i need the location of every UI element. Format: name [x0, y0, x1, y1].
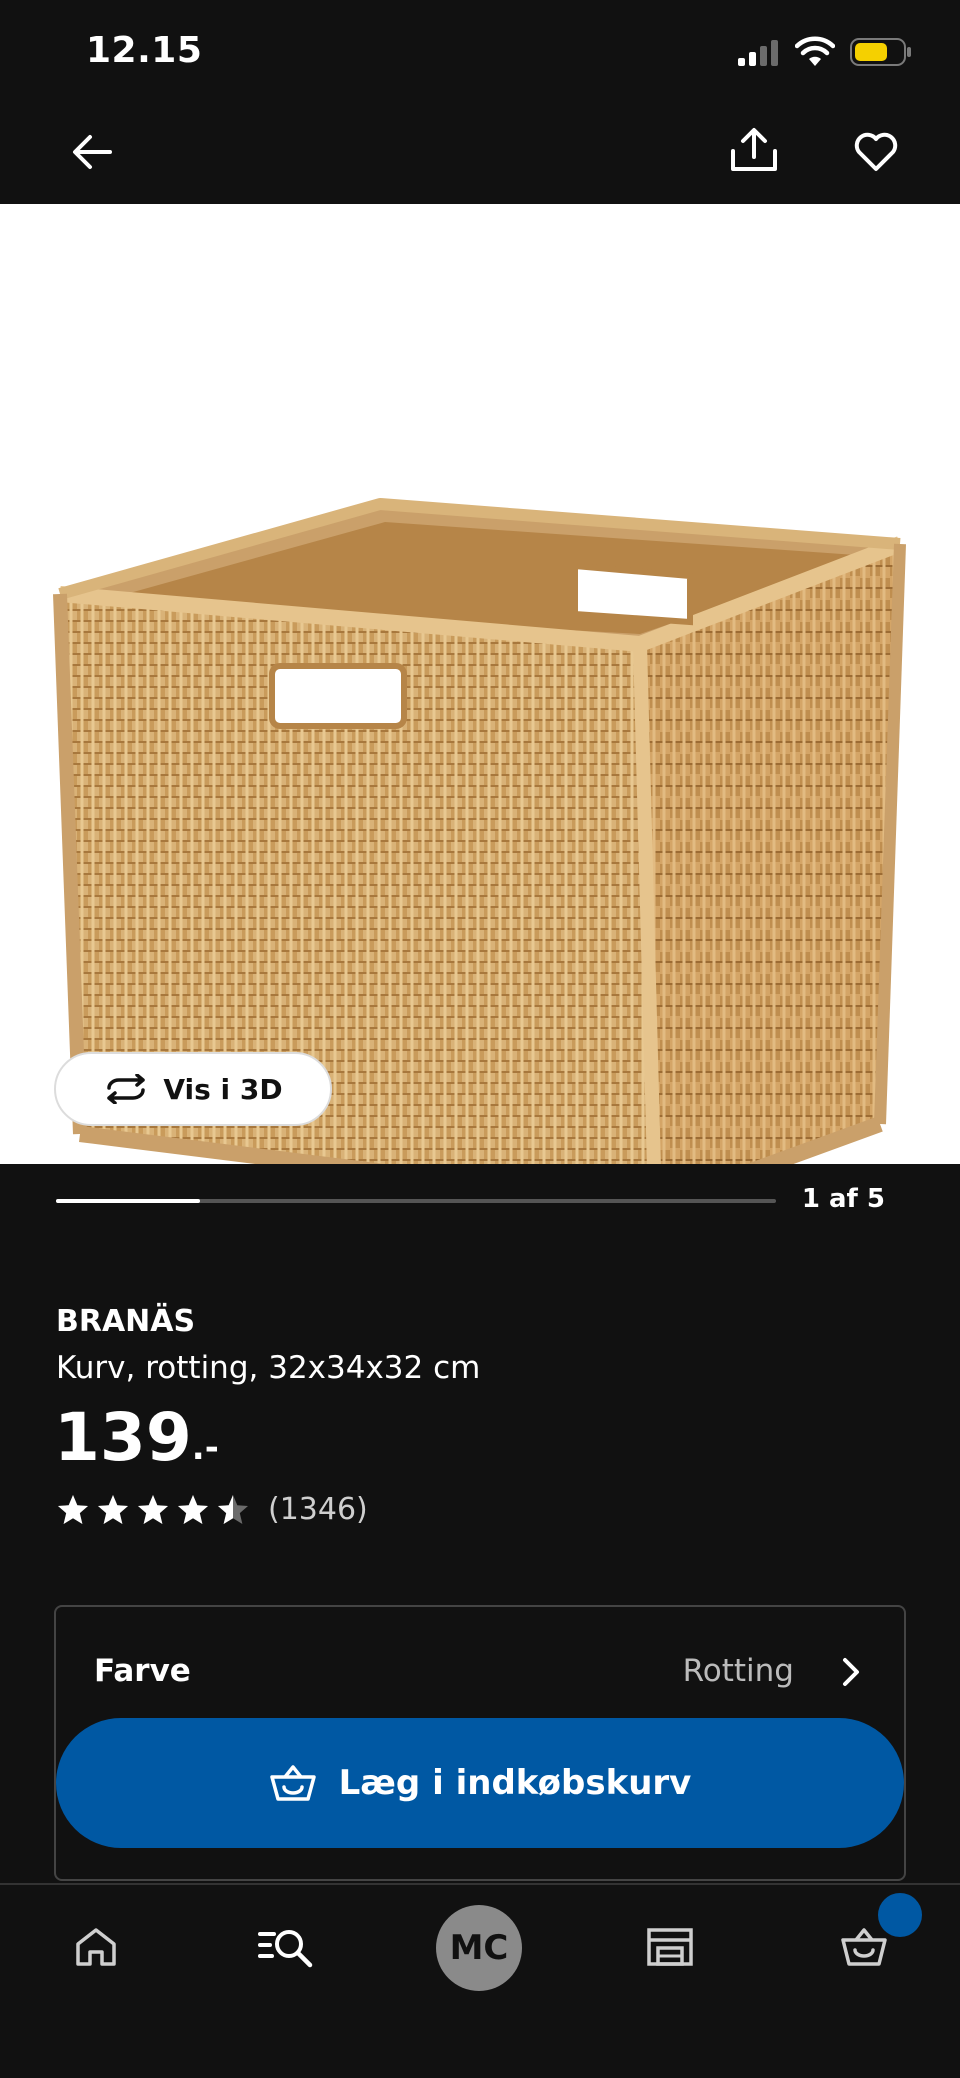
- favorite-button[interactable]: [848, 124, 904, 180]
- chevron-right-icon: [843, 1658, 859, 1686]
- cellular-signal-icon: [738, 40, 778, 66]
- share-icon: [731, 128, 777, 171]
- bottom-tab-bar: MC: [0, 1883, 960, 2078]
- search-list-icon: [258, 1930, 313, 1968]
- gallery-progress-track: [56, 1199, 776, 1203]
- heart-icon: [854, 132, 898, 171]
- status-bar: 12.15: [0, 0, 960, 100]
- price-suffix: .-: [191, 1428, 219, 1468]
- tab-profile-avatar[interactable]: MC: [436, 1905, 522, 1991]
- product-image-basket: [53, 498, 906, 1164]
- star-full-icon: [138, 1494, 168, 1524]
- gallery-page-indicator: 1 af 5: [801, 1184, 885, 1214]
- view-3d-button[interactable]: Vis i 3D: [54, 1052, 332, 1126]
- wifi-icon: [795, 36, 835, 66]
- cart-icon: [841, 1928, 887, 1966]
- product-price: 139 .-: [54, 1398, 219, 1498]
- back-button[interactable]: [64, 124, 120, 180]
- product-name: BRANÄS: [56, 1304, 196, 1339]
- star-full-icon: [178, 1494, 208, 1524]
- add-to-cart-button[interactable]: Læg i indkøbskurv: [56, 1718, 904, 1848]
- product-description: Kurv, rotting, 32x34x32 cm: [56, 1350, 481, 1386]
- battery-icon: [850, 38, 911, 66]
- product-rating[interactable]: (1346): [56, 1492, 368, 1527]
- product-page-screen: 12.15 Vis i 3D 1 af 5 BRANÄS Kurv, rotti…: [0, 0, 960, 2078]
- color-option-label: Farve: [94, 1653, 191, 1689]
- home-icon: [76, 1928, 116, 1966]
- rotate-3d-icon: [107, 1074, 146, 1104]
- top-navigation-bar: [0, 100, 960, 204]
- price-value: 139: [54, 1399, 192, 1476]
- star-full-icon: [98, 1494, 128, 1524]
- star-full-icon: [58, 1494, 88, 1524]
- status-time: 12.15: [86, 30, 203, 71]
- store-icon: [647, 1928, 693, 1966]
- color-option-value: Rotting: [682, 1653, 794, 1689]
- rating-count: (1346): [268, 1492, 368, 1527]
- gallery-progress-fill: [56, 1199, 200, 1203]
- profile-initials: MC: [449, 1928, 509, 1968]
- product-image-gallery[interactable]: Vis i 3D: [0, 204, 960, 1164]
- view-3d-label: Vis i 3D: [163, 1072, 283, 1106]
- tab-home[interactable]: [56, 1907, 136, 1987]
- back-arrow-icon: [73, 135, 112, 169]
- tab-search[interactable]: [246, 1907, 326, 1987]
- cart-badge: [878, 1893, 922, 1937]
- add-to-cart-label: Læg i indkøbskurv: [338, 1763, 692, 1803]
- shopping-basket-icon: [269, 1765, 316, 1801]
- star-half-icon: [218, 1494, 248, 1524]
- share-button[interactable]: [726, 122, 782, 178]
- tab-store[interactable]: [630, 1907, 710, 1987]
